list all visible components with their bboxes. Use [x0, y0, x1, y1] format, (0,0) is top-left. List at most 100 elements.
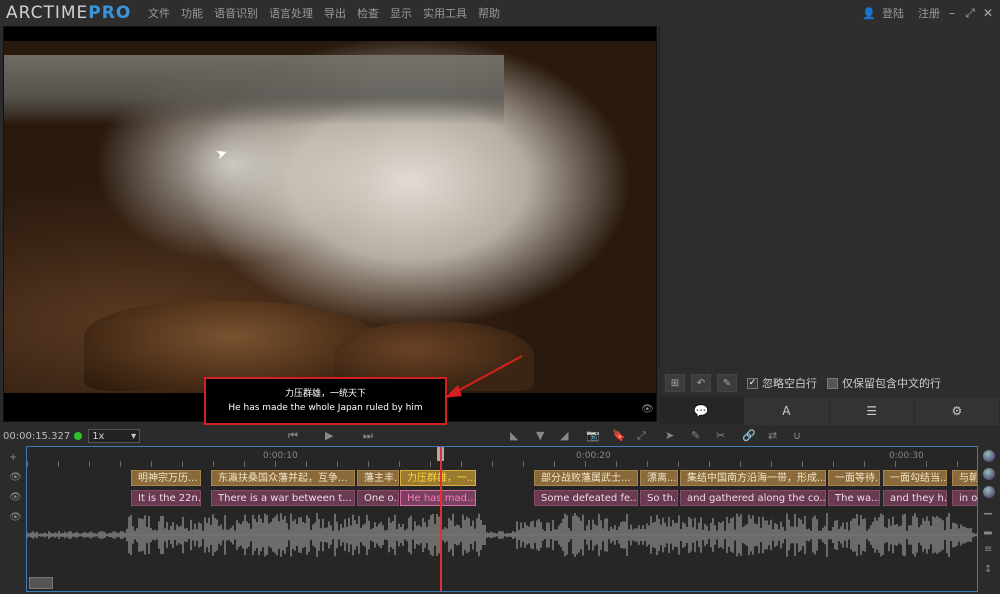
- skip-back-icon[interactable]: ⏮: [288, 429, 298, 443]
- subtitle-segment-en[interactable]: and they h...: [883, 490, 947, 506]
- select-tool-icon[interactable]: ➤: [665, 429, 674, 442]
- ruler-tick: [771, 461, 772, 467]
- subtitle-segment-zh[interactable]: 集结中国南方沿海一带，形成...: [680, 470, 826, 486]
- tab-chat-icon[interactable]: 💬: [659, 397, 745, 425]
- bookmark-icon[interactable]: 🔖: [612, 429, 626, 442]
- subtitle-segment-en[interactable]: It is the 22n...: [131, 490, 201, 506]
- register-link[interactable]: 注册: [918, 5, 940, 21]
- align-icon[interactable]: ≡: [984, 544, 992, 555]
- menu-file[interactable]: 文件: [148, 5, 170, 21]
- subtitle-segment-en[interactable]: The wa...: [828, 490, 880, 506]
- ruler-tick: [585, 461, 586, 467]
- play-icon[interactable]: ▶: [325, 429, 333, 442]
- waveform-icon[interactable]: ▁: [984, 504, 992, 515]
- menu-function[interactable]: 功能: [181, 5, 203, 21]
- close-icon[interactable]: ✕: [982, 6, 994, 20]
- ruler-tick: [368, 461, 369, 467]
- menu-help[interactable]: 帮助: [478, 5, 500, 21]
- menu-utilities[interactable]: 实用工具: [423, 5, 467, 21]
- checkbox-empty-icon: [827, 377, 838, 389]
- minimize-icon[interactable]: –: [946, 6, 958, 20]
- skip-forward-icon[interactable]: ⏭: [363, 429, 373, 443]
- audio-waveform[interactable]: [27, 511, 978, 559]
- login-link[interactable]: 登陆: [882, 5, 904, 21]
- subtitle-segment-en-selected[interactable]: He has mad...: [400, 490, 476, 506]
- link-icon[interactable]: 🔗: [742, 429, 756, 442]
- subtitle-segment-zh[interactable]: 一面勾结当...: [883, 470, 947, 486]
- subtitle-segment-zh[interactable]: 藩主丰...: [357, 470, 399, 486]
- playhead[interactable]: [440, 447, 442, 591]
- speed-select[interactable]: 1x ▾: [88, 429, 141, 443]
- keep-chinese-checkbox[interactable]: 仅保留包含中文的行: [827, 375, 941, 391]
- tab-list-icon[interactable]: ☰: [829, 397, 915, 425]
- zoom-knob-icon[interactable]: [983, 468, 995, 480]
- subtitle-segment-en[interactable]: Some defeated fe...: [534, 490, 638, 506]
- time-ruler[interactable]: 0:00:10 0:00:20 0:00:30: [27, 447, 977, 469]
- subtitle-segment-en[interactable]: There is a war between t...: [211, 490, 355, 506]
- add-track-icon[interactable]: +: [9, 452, 17, 463]
- corner-left-icon[interactable]: ◣: [510, 429, 518, 442]
- timeline[interactable]: 0:00:10 0:00:20 0:00:30 明神宗万历... 东瀛扶桑国众藩…: [26, 446, 978, 592]
- down-icon[interactable]: ▼: [536, 429, 544, 442]
- ruler-tick: [864, 461, 865, 467]
- camera-icon[interactable]: 📷: [586, 429, 600, 442]
- text-panel-toolbar: ⊞ ↶ ✎ ✓ 忽略空白行 仅保留包含中文的行: [659, 370, 1000, 396]
- timeline-scrollbar[interactable]: [29, 577, 53, 589]
- ruler-tick: [492, 461, 493, 467]
- video-preview[interactable]: ➤: [3, 26, 657, 422]
- eye-icon[interactable]: 👁: [9, 472, 22, 483]
- maximize-icon[interactable]: ⤢: [964, 6, 976, 21]
- eye-icon[interactable]: 👁: [9, 512, 22, 523]
- subtitle-text-panel[interactable]: [659, 26, 1000, 368]
- subtitle-segment-zh[interactable]: 东瀛扶桑国众藩并起，互争...: [211, 470, 355, 486]
- ruler-tick: [430, 461, 431, 467]
- subtitle-segment-zh[interactable]: 漂离...: [640, 470, 678, 486]
- edit-tool-icon[interactable]: ✎: [691, 429, 700, 442]
- bars-icon[interactable]: ▂: [984, 524, 992, 535]
- ruler-tick: [926, 461, 927, 467]
- undo-icon[interactable]: ↶: [691, 374, 711, 392]
- edit-icon[interactable]: ✎: [717, 374, 737, 392]
- swap-icon[interactable]: ⇄: [768, 429, 777, 442]
- subtitle-segment-zh-selected[interactable]: 力压群雄，一...: [400, 470, 476, 486]
- zoom-knob-icon[interactable]: [983, 450, 995, 462]
- ruler-tick: [957, 461, 958, 467]
- menu-display[interactable]: 显示: [390, 5, 412, 21]
- menu-export[interactable]: 导出: [324, 5, 346, 21]
- eye-icon[interactable]: 👁: [9, 492, 22, 503]
- ruler-label: 0:00:30: [889, 451, 924, 461]
- timeline-gutter: + 👁 👁 👁: [0, 446, 26, 592]
- magnet-icon[interactable]: ∪: [793, 429, 801, 442]
- menu-speech-recognition[interactable]: 语音识别: [214, 5, 258, 21]
- ruler-tick: [120, 461, 121, 467]
- ruler-tick: [833, 461, 834, 467]
- tab-font-icon[interactable]: A: [744, 397, 830, 425]
- expand-icon[interactable]: ⤢: [637, 429, 646, 443]
- subtitle-segment-zh[interactable]: 部分战败藩属武士...: [534, 470, 638, 486]
- ruler-tick: [554, 461, 555, 467]
- sea-area: [4, 55, 504, 125]
- scissors-icon[interactable]: ✂: [716, 429, 725, 442]
- tab-settings-icon[interactable]: ⚙: [914, 397, 1000, 425]
- ruler-tick: [213, 461, 214, 467]
- ruler-tick: [709, 461, 710, 467]
- add-line-icon[interactable]: ⊞: [665, 374, 685, 392]
- subtitle-segment-zh[interactable]: 一面等待...: [828, 470, 880, 486]
- subtitle-segment-en[interactable]: So th...: [640, 490, 678, 506]
- corner-right-icon[interactable]: ◢: [560, 429, 568, 442]
- menu-check[interactable]: 检查: [357, 5, 379, 21]
- ignore-blank-checkbox[interactable]: ✓ 忽略空白行: [747, 375, 817, 391]
- ruler-tick: [678, 461, 679, 467]
- subtitle-segment-en[interactable]: One o...: [357, 490, 399, 506]
- eye-icon[interactable]: 👁: [641, 404, 654, 415]
- subtitle-segment-en[interactable]: in o...: [952, 490, 977, 506]
- subtitle-segment-zh[interactable]: 明神宗万历...: [131, 470, 201, 486]
- timeline-right-gutter: ▁ ▂ ≡ ↕: [979, 446, 1000, 592]
- menu-language-processing[interactable]: 语言处理: [269, 5, 313, 21]
- arrows-icon[interactable]: ↕: [984, 564, 992, 575]
- ruler-tick: [523, 461, 524, 467]
- subtitle-segment-zh[interactable]: 与朝...: [952, 470, 977, 486]
- subtitle-segment-en[interactable]: and gathered along the co...: [680, 490, 826, 506]
- zoom-knob-icon[interactable]: [983, 486, 995, 498]
- ruler-tick: [58, 461, 59, 467]
